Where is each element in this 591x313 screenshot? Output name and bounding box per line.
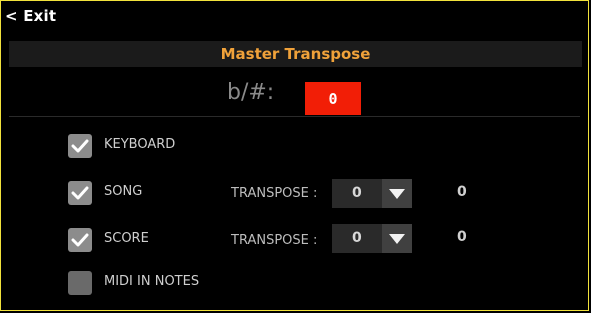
song-transpose-value: 0 — [352, 185, 362, 201]
song-transpose-label: TRANSPOSE : — [231, 186, 318, 201]
song-checkbox[interactable] — [68, 181, 92, 205]
song-transpose-result: 0 — [457, 184, 467, 200]
master-transpose-window: < Exit Master Transpose b/#: 0 KEYBOARD … — [0, 0, 589, 311]
divider — [9, 116, 580, 117]
exit-button[interactable]: < Exit — [5, 7, 56, 25]
flat-sharp-label: b/#: — [227, 80, 275, 105]
page-title: Master Transpose — [220, 45, 371, 63]
song-transpose-dropdown[interactable]: 0 — [332, 179, 412, 208]
score-transpose-dropdown[interactable]: 0 — [332, 224, 412, 253]
score-transpose-result: 0 — [457, 229, 467, 245]
triangle-down-icon — [389, 188, 405, 199]
midi-in-notes-label: MIDI IN NOTES — [104, 274, 200, 289]
title-bar: Master Transpose — [9, 41, 582, 67]
check-icon — [71, 233, 89, 247]
midi-in-notes-checkbox[interactable] — [68, 271, 92, 295]
score-checkbox[interactable] — [68, 228, 92, 252]
check-icon — [71, 139, 89, 153]
score-dropdown-button[interactable] — [382, 224, 412, 253]
check-icon — [71, 186, 89, 200]
song-label: SONG — [104, 184, 143, 199]
keyboard-label: KEYBOARD — [104, 137, 176, 152]
score-transpose-label: TRANSPOSE : — [231, 233, 318, 248]
keyboard-checkbox[interactable] — [68, 134, 92, 158]
master-transpose-value[interactable]: 0 — [305, 82, 361, 115]
score-transpose-value: 0 — [352, 230, 362, 246]
song-dropdown-button[interactable] — [382, 179, 412, 208]
score-label: SCORE — [104, 231, 149, 246]
triangle-down-icon — [389, 233, 405, 244]
master-transpose-row: b/#: 0 — [1, 77, 588, 115]
